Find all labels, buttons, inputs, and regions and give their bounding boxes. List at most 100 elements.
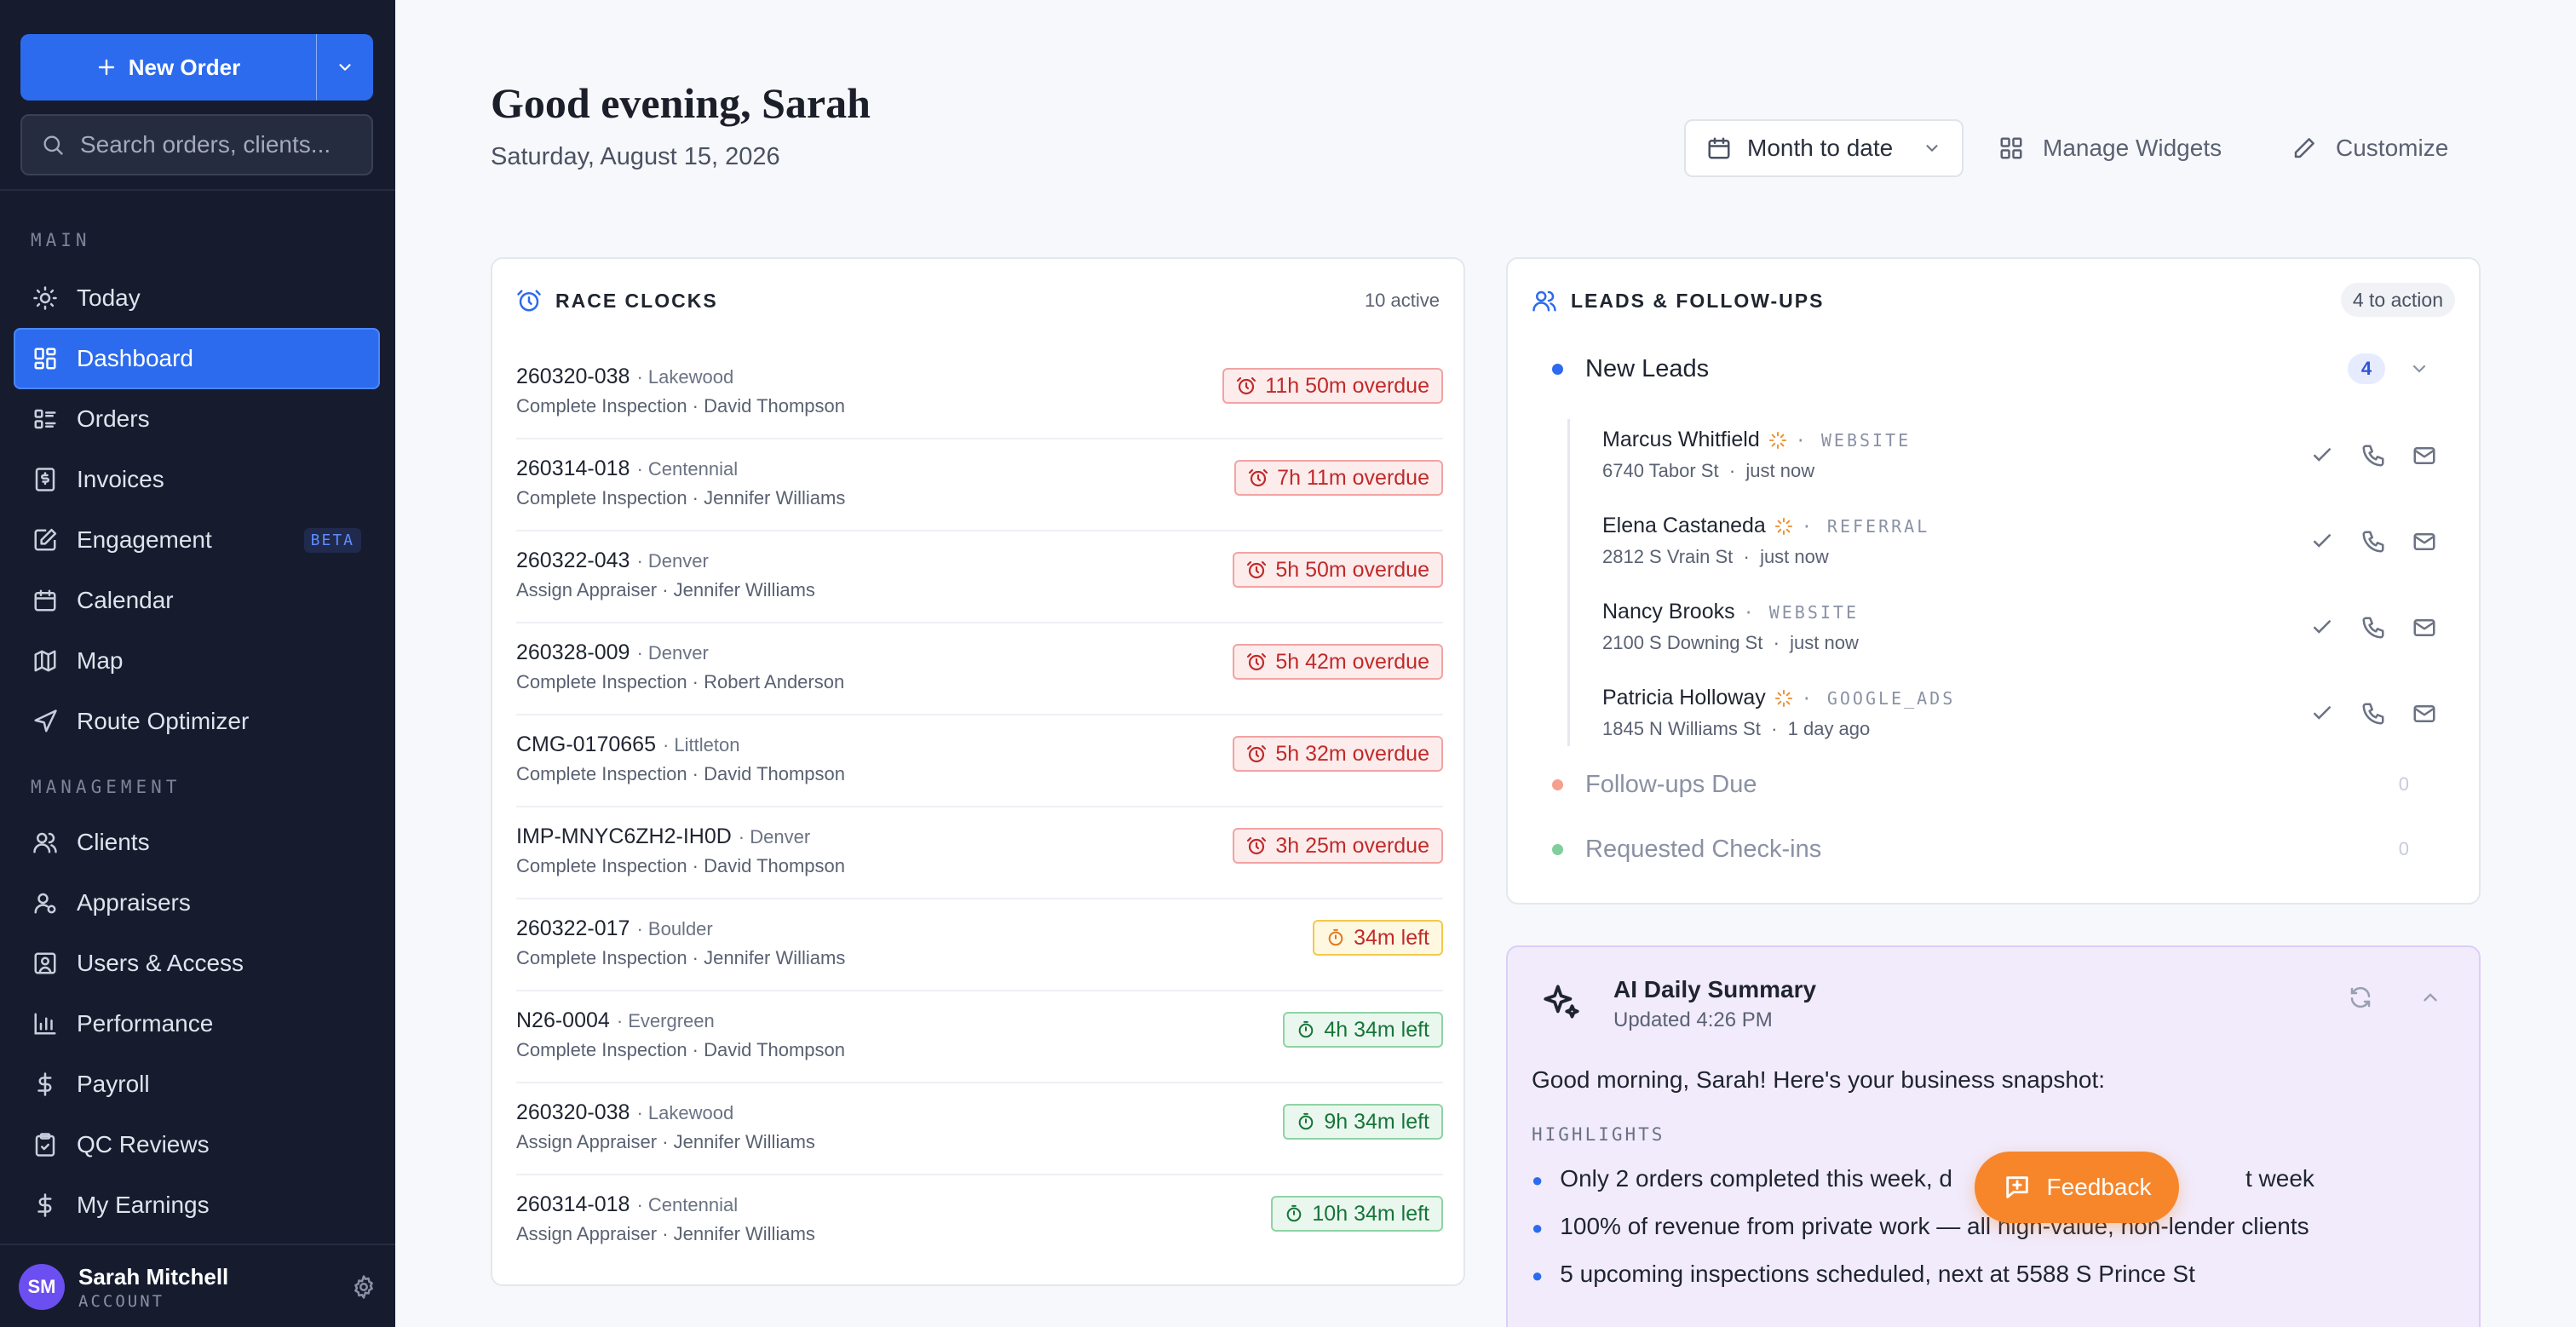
race-clock-row[interactable]: 260320-038 · Lakewood Complete Inspection … bbox=[516, 348, 1443, 439]
race-clock-row[interactable]: CMG-0170665 · Littleton Complete Inspectio… bbox=[516, 715, 1443, 807]
user-account[interactable]: SM Sarah Mitchell ACCOUNT bbox=[19, 1259, 377, 1315]
mail-icon[interactable] bbox=[2412, 529, 2437, 554]
check-icon[interactable] bbox=[2309, 701, 2335, 727]
follow-ups-count: 0 bbox=[2398, 773, 2409, 795]
new-order-button[interactable]: New Order bbox=[20, 34, 316, 101]
follow-ups-group[interactable]: Follow-ups Due 0 bbox=[1552, 763, 2429, 806]
sidebar-item-engagement[interactable]: Engagement BETA bbox=[14, 509, 380, 571]
order-id[interactable]: 260320-038 · Lakewood bbox=[516, 1100, 733, 1125]
order-id[interactable]: 260314-018 · Centennial bbox=[516, 1192, 738, 1217]
race-clock-row[interactable]: N26-0004 · Evergreen Complete Inspection ·… bbox=[516, 991, 1443, 1083]
sidebar-item-calendar[interactable]: Calendar bbox=[14, 570, 380, 631]
leads-action-badge: 4 to action bbox=[2340, 283, 2455, 317]
customize-button[interactable]: Customize bbox=[2291, 119, 2448, 177]
check-icon[interactable] bbox=[2309, 443, 2335, 468]
order-number: 260320-038 bbox=[516, 365, 630, 388]
lead-source: · WEBSITE bbox=[1795, 429, 1912, 451]
order-id[interactable]: 260320-038 · Lakewood bbox=[516, 365, 733, 389]
lead-actions bbox=[2309, 529, 2437, 554]
phone-icon[interactable] bbox=[2360, 443, 2386, 468]
user-square-icon bbox=[34, 952, 56, 974]
user-name: Sarah Mitchell bbox=[78, 1263, 229, 1290]
sidebar-item-today[interactable]: Today bbox=[14, 267, 380, 329]
sidebar-item-label: Today bbox=[77, 284, 141, 311]
order-id[interactable]: IMP-MNYC6ZH2-IH0D · Denver bbox=[516, 824, 810, 849]
sidebar-item-label: Payroll bbox=[77, 1071, 150, 1097]
plus-icon bbox=[98, 59, 114, 76]
phone-icon[interactable] bbox=[2360, 529, 2386, 554]
phone-icon[interactable] bbox=[2360, 615, 2386, 641]
lead-item[interactable]: Marcus Whitfield · WEBSITE 6740 Tabor St ·… bbox=[1602, 419, 2437, 504]
lead-address: 1845 N Williams St · 1 day ago bbox=[1602, 718, 1871, 739]
period-select[interactable]: Month to date bbox=[1684, 119, 1964, 177]
check-icon[interactable] bbox=[2309, 529, 2335, 554]
order-id[interactable]: 260322-043 · Denver bbox=[516, 549, 709, 573]
race-clock-row[interactable]: IMP-MNYC6ZH2-IH0D · Denver Complete Inspec… bbox=[516, 807, 1443, 899]
sidebar-item-qc-reviews[interactable]: QC Reviews bbox=[14, 1114, 380, 1175]
order-id[interactable]: 260322-017 · Boulder bbox=[516, 916, 713, 941]
sidebar-item-dashboard[interactable]: Dashboard bbox=[14, 328, 380, 389]
order-id[interactable]: CMG-0170665 · Littleton bbox=[516, 732, 739, 757]
gear-icon[interactable] bbox=[351, 1274, 377, 1300]
race-clock-row[interactable]: 260314-018 · Centennial Assign Appraiser ·… bbox=[516, 1175, 1443, 1267]
mail-icon[interactable] bbox=[2412, 443, 2437, 468]
lead-source: · GOOGLE_ADS bbox=[1801, 687, 1956, 709]
order-number: 260314-018 bbox=[516, 1192, 630, 1216]
new-order-menu-button[interactable] bbox=[317, 34, 373, 101]
sidebar-item-map[interactable]: Map bbox=[14, 630, 380, 692]
sidebar-item-invoices[interactable]: Invoices bbox=[14, 449, 380, 510]
phone-icon[interactable] bbox=[2360, 701, 2386, 727]
new-order-button-group: New Order bbox=[20, 34, 373, 101]
check-ins-group[interactable]: Requested Check-ins 0 bbox=[1552, 828, 2429, 870]
sidebar-item-users-access[interactable]: Users & Access bbox=[14, 933, 380, 994]
lead-item[interactable]: Elena Castaneda · REFERRAL 2812 S Vrain St… bbox=[1602, 505, 2437, 590]
order-location: · Littleton bbox=[662, 734, 740, 755]
sidebar-item-payroll[interactable]: Payroll bbox=[14, 1054, 380, 1115]
sidebar-item-my-earnings[interactable]: My Earnings bbox=[14, 1175, 380, 1236]
sidebar-item-performance[interactable]: Performance bbox=[14, 993, 380, 1054]
deadline-badge: 7h 11m overdue bbox=[1234, 460, 1443, 496]
sidebar-item-orders[interactable]: Orders bbox=[14, 388, 380, 450]
hot-lead-icon bbox=[1768, 431, 1786, 449]
order-task: Assign Appraiser · Jennifer Williams bbox=[516, 1131, 815, 1152]
race-clock-row[interactable]: 260322-043 · Denver Assign Appraiser · Jen… bbox=[516, 531, 1443, 623]
hot-lead-icon bbox=[1774, 689, 1792, 707]
users-icon bbox=[1532, 290, 1556, 312]
order-task: Complete Inspection · Jennifer Williams bbox=[516, 947, 846, 968]
list-icon bbox=[34, 409, 56, 429]
order-task: Complete Inspection · David Thompson bbox=[516, 763, 846, 784]
order-task: Complete Inspection · David Thompson bbox=[516, 395, 846, 416]
feedback-button[interactable]: Feedback bbox=[1975, 1152, 2179, 1223]
new-leads-group[interactable]: New Leads 4 bbox=[1552, 348, 2429, 390]
deadline-text: 9h 34m left bbox=[1324, 1109, 1429, 1134]
order-number: 260328-009 bbox=[516, 641, 630, 664]
sidebar-item-label: Appraisers bbox=[77, 889, 191, 916]
manage-widgets-label: Manage Widgets bbox=[2043, 135, 2222, 161]
search-input[interactable]: Search orders, clients... bbox=[20, 114, 373, 175]
race-clock-row[interactable]: 260322-017 · Boulder Complete Inspection ·… bbox=[516, 899, 1443, 991]
manage-widgets-button[interactable]: Manage Widgets bbox=[1998, 119, 2222, 177]
order-id[interactable]: 260328-009 · Denver bbox=[516, 641, 709, 665]
check-ins-label: Requested Check-ins bbox=[1585, 835, 1822, 863]
section-label-main: MAIN bbox=[31, 230, 91, 250]
search-icon bbox=[43, 135, 63, 155]
refresh-icon[interactable] bbox=[2348, 985, 2373, 1010]
lead-item[interactable]: Nancy Brooks · WEBSITE 2100 S Downing St ·… bbox=[1602, 591, 2437, 676]
lead-item[interactable]: Patricia Holloway · GOOGLE_ADS 1845 N Will… bbox=[1602, 677, 2437, 762]
map-icon bbox=[34, 650, 56, 672]
race-clock-row[interactable]: 260320-038 · Lakewood Assign Appraiser · J… bbox=[516, 1083, 1443, 1175]
chevron-up-icon[interactable] bbox=[2419, 986, 2441, 1008]
race-clock-row[interactable]: 260328-009 · Denver Complete Inspection · … bbox=[516, 623, 1443, 715]
order-id[interactable]: N26-0004 · Evergreen bbox=[516, 1008, 715, 1033]
search-placeholder: Search orders, clients... bbox=[80, 131, 331, 158]
sidebar-item-clients[interactable]: Clients bbox=[14, 812, 380, 873]
sidebar-item-appraisers[interactable]: Appraisers bbox=[14, 872, 380, 933]
check-icon[interactable] bbox=[2309, 615, 2335, 641]
leads-header: LEADS & FOLLOW-UPS bbox=[1532, 288, 1824, 313]
race-clock-row[interactable]: 260314-018 · Centennial Complete Inspectio… bbox=[516, 439, 1443, 531]
mail-icon[interactable] bbox=[2412, 615, 2437, 641]
mail-icon[interactable] bbox=[2412, 701, 2437, 727]
order-number: IMP-MNYC6ZH2-IH0D bbox=[516, 824, 732, 848]
order-id[interactable]: 260314-018 · Centennial bbox=[516, 457, 738, 481]
sidebar-item-route-optimizer[interactable]: Route Optimizer bbox=[14, 691, 380, 752]
